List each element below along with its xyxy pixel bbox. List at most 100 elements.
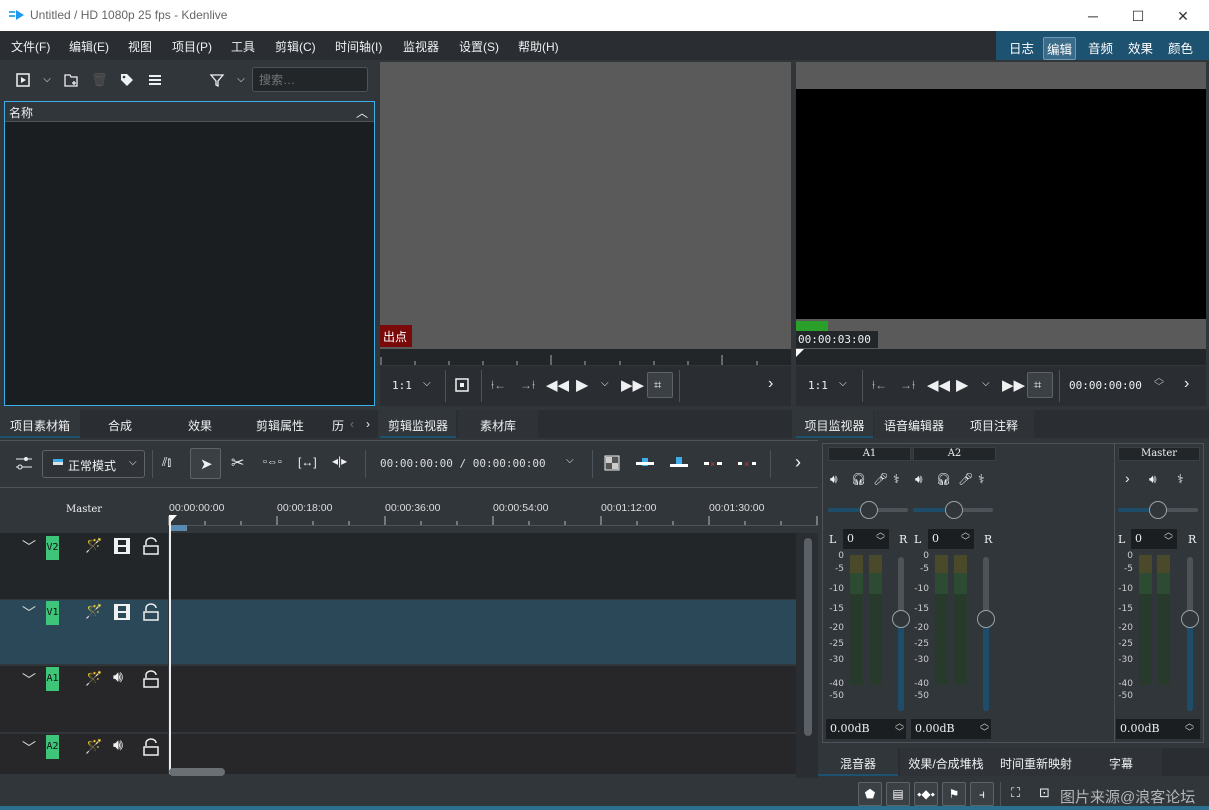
pan-spinner-icon[interactable]: ︿ ﹀ <box>1164 528 1173 546</box>
set-out-point-icon[interactable]: →⍿ <box>520 378 535 393</box>
filter-icon[interactable] <box>209 72 225 88</box>
clip-monitor-more-icon[interactable]: › <box>768 375 773 393</box>
menu-timeline[interactable]: 时间轴(I) <box>335 38 382 55</box>
tab-effect-stack[interactable]: 效果/合成堆栈 <box>900 748 992 776</box>
solo-headphones-icon[interactable]: 🎧︎ <box>851 472 866 486</box>
mute-speaker-icon[interactable]: 🔊︎ <box>1149 472 1157 487</box>
project-crop-button[interactable]: ⌗ <box>1027 372 1053 398</box>
film-icon[interactable] <box>113 537 131 555</box>
track-settings-icon[interactable] <box>15 455 33 471</box>
layout-logging[interactable]: 日志 <box>1006 37 1037 58</box>
lock-icon[interactable] <box>142 603 160 621</box>
name-column-header[interactable]: 名称 ︿ <box>5 102 374 122</box>
tab-history[interactable]: 历 <box>328 410 348 438</box>
effects-wand-icon[interactable]: 🪄 <box>85 670 102 687</box>
record-mic-icon[interactable]: 🎤︎ <box>873 472 888 486</box>
layout-color[interactable]: 颜色 <box>1165 37 1196 58</box>
menu-project[interactable]: 项目(P) <box>172 38 212 55</box>
lock-icon[interactable] <box>142 670 160 688</box>
minimize-button[interactable]: ─ <box>1083 6 1103 26</box>
timeline-timecode[interactable]: 00:00:00:00 / 00:00:00:00 <box>380 457 546 470</box>
zoom-out-icon[interactable]: ⊡ <box>1039 785 1050 801</box>
timecode-spinner-icon[interactable]: ︿ ﹀ <box>1154 374 1164 393</box>
effects-wand-icon[interactable]: 🪄 <box>85 603 102 620</box>
project-monitor-ruler[interactable] <box>796 349 1206 365</box>
timeline-horizontal-scrollbar[interactable] <box>169 768 225 776</box>
effects-wand-icon[interactable]: ⚕ <box>978 472 985 486</box>
volume-fader-master[interactable] <box>1187 557 1193 711</box>
project-rewind-icon[interactable]: ◀◀ <box>927 376 950 394</box>
show-thumbnails-button[interactable]: ▤ <box>886 782 910 806</box>
collapse-chevron-icon[interactable]: ﹀ <box>22 537 36 557</box>
tab-project-notes[interactable]: 项目注释 <box>954 410 1034 438</box>
close-button[interactable]: ✕ <box>1173 6 1193 26</box>
film-icon[interactable] <box>113 603 131 621</box>
volume-fader-knob-master[interactable] <box>1181 610 1199 628</box>
lock-icon[interactable] <box>142 537 160 555</box>
crop-button[interactable]: ⌗ <box>647 372 673 398</box>
menu-help[interactable]: 帮助(H) <box>518 38 559 55</box>
effects-wand-icon[interactable]: ⚕ <box>1177 472 1184 486</box>
gain-spinner-icon[interactable]: ︿ ﹀ <box>980 719 989 737</box>
zoom-fit-icon[interactable]: ⛶ <box>1011 785 1020 801</box>
delete-icon[interactable]: 🗑 <box>91 72 108 88</box>
project-zoom-value[interactable]: 1:1 <box>808 379 828 392</box>
track-header-v2[interactable]: ﹀ V2 🪄 <box>0 533 168 599</box>
add-folder-icon[interactable] <box>63 72 79 88</box>
slip-tool-icon[interactable]: ◂|▸ <box>332 454 347 468</box>
project-monitor-more-icon[interactable]: › <box>1184 375 1189 393</box>
tab-effects[interactable]: 效果 <box>160 410 240 438</box>
volume-fader-a1[interactable] <box>898 557 904 711</box>
tag-icon[interactable] <box>119 72 135 88</box>
timeline-ruler[interactable]: 00:00:00:00 00:00:18:00 00:00:36:00 00:0… <box>168 498 818 532</box>
track-name-tag[interactable]: V2 <box>46 536 59 560</box>
gain-value-a1[interactable]: 0.00dB <box>826 719 906 739</box>
show-waveforms-button[interactable]: ⬩◆⬩ <box>914 782 938 806</box>
project-forward-icon[interactable]: ▶▶ <box>1002 376 1025 394</box>
insert-zone-icon[interactable] <box>455 378 469 392</box>
volume-fader-knob-a2[interactable] <box>977 610 995 628</box>
speaker-icon[interactable]: 🔊︎ <box>113 669 123 687</box>
lift-zone-icon[interactable]: × <box>738 455 758 471</box>
menu-monitor[interactable]: 监视器 <box>403 38 439 55</box>
gain-spinner-icon[interactable]: ︿ ﹀ <box>1185 719 1194 737</box>
gain-spinner-icon[interactable]: ︿ ﹀ <box>895 719 904 737</box>
maximize-button[interactable]: ☐ <box>1128 6 1148 26</box>
razor-tool-icon[interactable]: ✂ <box>231 453 244 473</box>
filter-dropdown-icon[interactable]: ⌵ <box>233 72 249 88</box>
play-options-dropdown-icon[interactable]: ⌵ <box>601 378 609 389</box>
edit-mode-dropdown[interactable]: 正常模式 ⌵ <box>42 450 145 478</box>
dropdown-icon[interactable]: ⌵ <box>39 72 55 88</box>
composite-icon[interactable] <box>604 455 620 471</box>
zone-indicator[interactable] <box>171 525 187 531</box>
timeline-vertical-scrollbar[interactable] <box>804 538 812 736</box>
project-play-options-dropdown-icon[interactable]: ⌵ <box>982 378 990 389</box>
clip-zoom-dropdown-icon[interactable]: ⌵ <box>423 378 431 389</box>
tab-library[interactable]: 素材库 <box>458 410 538 438</box>
menu-file[interactable]: 文件(F) <box>11 38 50 55</box>
volume-fader-knob-a1[interactable] <box>892 610 910 628</box>
track-header-v1[interactable]: ﹀ V1 🪄 <box>0 600 168 664</box>
tab-time-remap[interactable]: 时间重新映射 <box>992 748 1080 776</box>
collapse-chevron-icon[interactable]: ﹀ <box>22 670 36 690</box>
tab-scroll-left-icon[interactable]: ‹ <box>346 410 358 438</box>
tab-speech-editor[interactable]: 语音编辑器 <box>874 410 954 438</box>
clip-monitor-view[interactable] <box>380 62 791 349</box>
volume-fader-a2[interactable] <box>983 557 989 711</box>
playhead-line[interactable] <box>169 517 171 774</box>
insert-clip-icon[interactable] <box>636 455 656 471</box>
tab-scroll-right-icon[interactable]: › <box>362 410 374 438</box>
master-track-label[interactable]: Master <box>66 504 102 515</box>
tab-subtitles[interactable]: 字幕 <box>1080 748 1162 776</box>
effects-wand-icon[interactable]: 🪄 <box>85 738 102 755</box>
clip-zoom-value[interactable]: 1:1 <box>392 379 412 392</box>
menu-clip[interactable]: 剪辑(C) <box>275 38 316 55</box>
snap-button[interactable]: ⫞ <box>970 782 994 806</box>
extract-zone-icon[interactable]: × <box>704 455 724 471</box>
ripple-tool-icon[interactable]: [↔] <box>298 455 317 469</box>
pan-knob-a2[interactable] <box>945 501 963 519</box>
gain-value-a2[interactable]: 0.00dB <box>911 719 991 739</box>
track-header-a1[interactable]: ﹀ A1 🪄 🔊︎ <box>0 666 168 732</box>
pan-spinner-icon[interactable]: ︿ ﹀ <box>876 528 885 546</box>
play-icon[interactable]: ▶ <box>576 375 588 395</box>
